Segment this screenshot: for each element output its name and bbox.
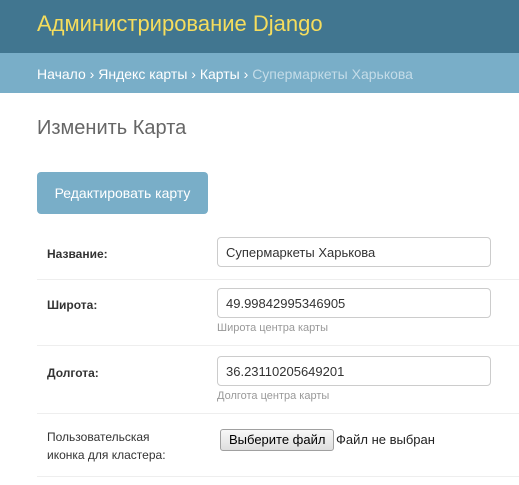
form-row-latitude: Широта: Широта центра карты — [37, 279, 519, 346]
latitude-input[interactable] — [217, 288, 491, 318]
latitude-help-text: Широта центра карты — [217, 322, 328, 334]
page-title: Изменить Карта — [37, 117, 187, 139]
longitude-label: Долгота: — [47, 366, 99, 380]
breadcrumb-model-link[interactable]: Карты — [200, 66, 240, 82]
breadcrumb-separator: › — [191, 66, 196, 82]
longitude-help-text: Долгота центра карты — [217, 390, 330, 402]
breadcrumb-separator: › — [89, 66, 95, 82]
cluster-icon-label-line2: иконка для кластера: — [47, 448, 166, 462]
name-input[interactable] — [217, 237, 491, 267]
file-status-text: Файл не выбран — [336, 432, 435, 447]
form-row-name: Название: — [37, 228, 519, 280]
header-bar: Администрирование Django — [0, 0, 519, 53]
breadcrumb-current: Супермаркеты Харькова — [252, 66, 413, 82]
form-row-longitude: Долгота: Долгота центра карты — [37, 346, 519, 414]
latitude-label: Широта: — [47, 298, 98, 312]
site-name[interactable]: Администрирование Django — [37, 11, 323, 37]
choose-file-button[interactable]: Выберите файл — [220, 429, 335, 451]
longitude-input[interactable] — [217, 356, 491, 386]
name-label: Название: — [47, 247, 108, 261]
cluster-icon-label: Пользовательская иконка для кластера: — [47, 428, 166, 464]
form-row-cluster-icon: Пользовательская иконка для кластера: Вы… — [37, 414, 519, 477]
edit-map-button[interactable]: Редактировать карту — [37, 172, 208, 214]
breadcrumb-separator: › — [243, 66, 249, 82]
cluster-icon-label-line1: Пользовательская — [47, 430, 150, 444]
breadcrumb-home-link[interactable]: Начало — [37, 66, 86, 82]
breadcrumb: Начало › Яндекс карты › Карты › Супермар… — [0, 53, 519, 93]
breadcrumb-app-link[interactable]: Яндекс карты — [98, 66, 187, 82]
